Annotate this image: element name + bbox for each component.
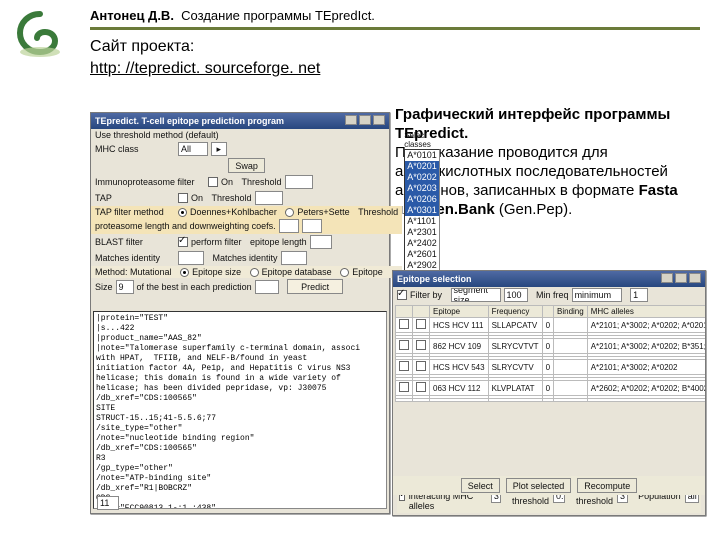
min-button[interactable] xyxy=(345,115,357,125)
matches2[interactable] xyxy=(281,251,307,265)
recompute-button[interactable]: Recompute xyxy=(577,478,637,493)
titlebar: TEpredict. T-cell epitope prediction pro… xyxy=(91,113,389,129)
ep-len[interactable] xyxy=(310,235,332,249)
tap-rad2[interactable] xyxy=(285,208,294,217)
immunoprot-cb[interactable] xyxy=(208,177,218,187)
mhc-class-dropdown[interactable]: All xyxy=(178,142,208,156)
header-rule xyxy=(90,27,700,30)
select-button[interactable]: Select xyxy=(461,478,500,493)
sel-close[interactable] xyxy=(689,273,701,283)
tap-label: TAP xyxy=(95,193,175,203)
m-rad2[interactable] xyxy=(250,268,259,277)
matches1[interactable] xyxy=(178,251,204,265)
blast-label: BLAST filter xyxy=(95,237,175,247)
fasta-textarea[interactable]: |protein="TEST" |s...422 |product_name="… xyxy=(93,311,387,509)
filterby-cb[interactable] xyxy=(397,290,407,300)
mhc-spin[interactable]: ▸ xyxy=(211,142,227,156)
m-rad3[interactable] xyxy=(340,268,349,277)
site-label: Сайт проекта: xyxy=(90,38,700,56)
epitope-selection-window: Epitope selection Filter by segment size… xyxy=(392,270,706,516)
mhc-class-label: MHC class xyxy=(95,144,175,154)
swap-button[interactable]: Swap xyxy=(228,158,265,173)
slide-header: Антонец Д.В. Создание программы TEpredIc… xyxy=(90,8,700,23)
close-button[interactable] xyxy=(373,115,385,125)
plot-button[interactable]: Plot selected xyxy=(506,478,572,493)
method-label: Method: Mutational xyxy=(95,267,172,277)
size-input[interactable]: 9 xyxy=(116,280,134,294)
alleles-header: Select classes xyxy=(404,131,440,149)
immunoprot-label: Immunoproteasome filter xyxy=(95,177,205,187)
use-threshold-label: Use threshold method (default) xyxy=(95,130,219,140)
blast-cb[interactable] xyxy=(178,237,188,247)
sel-max[interactable] xyxy=(675,273,687,283)
tapfilter-label: TAP filter method xyxy=(95,207,175,217)
tap-thr[interactable] xyxy=(255,191,283,205)
immunoprot-thr[interactable] xyxy=(285,175,313,189)
epitope-table[interactable]: EpitopeFrequencyBindingMHC allelesOrigin… xyxy=(395,305,705,402)
site-link[interactable]: http: //tepredict. sourceforge. net xyxy=(90,60,320,77)
matches-label: Matches identity xyxy=(95,253,175,263)
coef1[interactable] xyxy=(279,219,299,233)
best-input[interactable] xyxy=(255,280,279,294)
tepredict-main-window: TEpredict. T-cell epitope prediction pro… xyxy=(90,112,390,514)
prot-coefs-label: proteasome length and downweighting coef… xyxy=(95,221,276,231)
m-rad1[interactable] xyxy=(180,268,189,277)
max-button[interactable] xyxy=(359,115,371,125)
tap-rad1[interactable] xyxy=(178,208,187,217)
timer-field: 11 xyxy=(97,496,119,510)
logo-snake-icon xyxy=(10,10,70,63)
minfreq-val[interactable]: 1 xyxy=(630,288,648,302)
sel-titlebar: Epitope selection xyxy=(393,271,705,287)
tap-cb[interactable] xyxy=(178,193,188,203)
minfreq-dd[interactable]: minimum xyxy=(572,288,622,302)
segsize-val[interactable]: 100 xyxy=(504,288,528,302)
coef2[interactable] xyxy=(302,219,322,233)
sel-min[interactable] xyxy=(661,273,673,283)
segsize-dd[interactable]: segment size xyxy=(451,288,501,302)
predict-button[interactable]: Predict xyxy=(287,279,343,294)
